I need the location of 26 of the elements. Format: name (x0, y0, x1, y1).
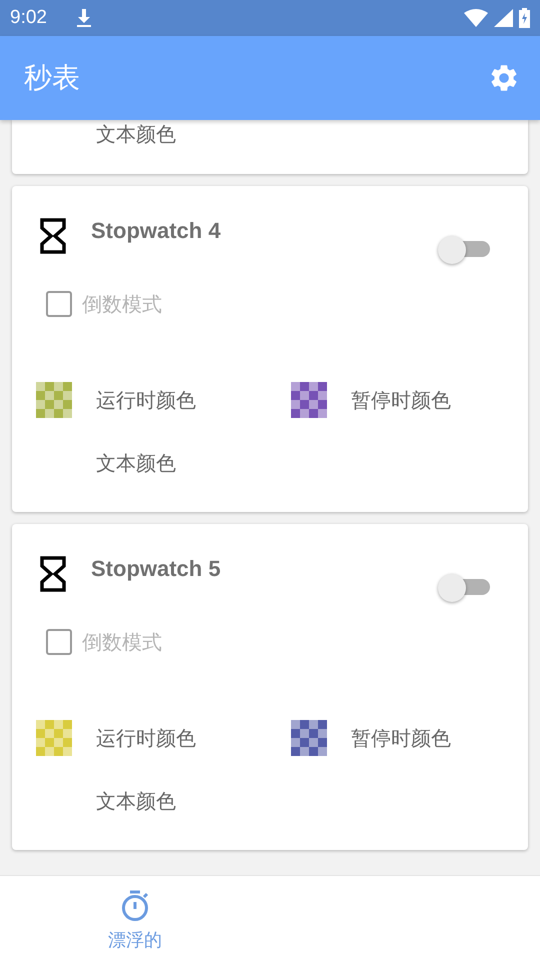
download-icon (74, 8, 93, 28)
battery-icon (519, 8, 530, 28)
color-swatch[interactable] (36, 720, 72, 756)
text-color-label[interactable]: 文本颜色 (96, 453, 176, 475)
countdown-label: 倒数模式 (82, 292, 162, 318)
toggle-switch[interactable] (438, 234, 490, 264)
paused-color-label[interactable]: 暂停时颜色 (351, 724, 451, 752)
stopwatch-icon (120, 890, 150, 922)
toggle-switch[interactable] (438, 572, 490, 602)
app-title: 秒表 (24, 61, 81, 95)
stopwatch-name: Stopwatch 4 (91, 218, 222, 244)
countdown-label: 倒数模式 (82, 630, 162, 656)
hourglass-icon (40, 556, 66, 592)
signal-icon (494, 9, 513, 27)
color-swatch[interactable] (291, 382, 327, 418)
running-color-label[interactable]: 运行时颜色 (96, 386, 196, 414)
stopwatch-name: Stopwatch 5 (91, 556, 222, 582)
paused-color-label[interactable]: 暂停时颜色 (351, 386, 451, 414)
text-color-label[interactable]: 文本颜色 (96, 121, 176, 148)
wifi-icon (464, 9, 488, 27)
status-time: 9:02 (10, 7, 47, 29)
running-color-label[interactable]: 运行时颜色 (96, 724, 196, 752)
hourglass-icon (40, 218, 66, 254)
color-swatch[interactable] (36, 382, 72, 418)
color-swatch[interactable] (291, 720, 327, 756)
text-color-label[interactable]: 文本颜色 (96, 791, 176, 813)
